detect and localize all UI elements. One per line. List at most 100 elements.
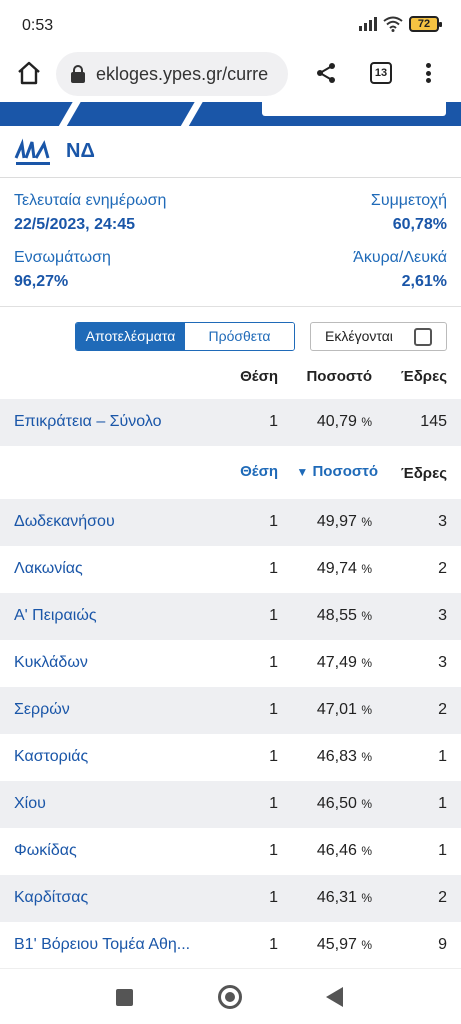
table-row[interactable]: Καρδίτσας 1 46,31 % 2 <box>0 875 461 922</box>
column-header-position: Θέση <box>240 368 278 385</box>
sort-header-seats[interactable]: Έδρες <box>390 465 447 482</box>
table-row[interactable]: Β1' Βόρειου Τομέα Αθη... 1 45,97 % 9 <box>0 922 461 969</box>
tab-extras[interactable]: Πρόσθετα <box>185 323 294 350</box>
region-name: Δωδεκανήσου <box>14 513 115 530</box>
sort-header-percent[interactable]: ▼ Ποσοστό <box>290 463 378 480</box>
party-header: ΝΔ <box>0 126 461 178</box>
divider <box>0 306 461 307</box>
region-seats: 3 <box>438 513 447 530</box>
region-name: Β1' Βόρειου Τομέα Αθη... <box>14 936 191 953</box>
table-row[interactable]: Α' Πειραιώς 1 48,55 % 3 <box>0 593 461 640</box>
region-percent: 46,50 % <box>316 795 372 812</box>
elected-checkbox[interactable] <box>414 328 432 346</box>
region-seats: 2 <box>438 701 447 718</box>
region-name: Καρδίτσας <box>14 889 89 906</box>
share-icon[interactable] <box>314 61 338 85</box>
region-percent: 47,01 % <box>316 701 372 718</box>
region-name: Λακωνίας <box>14 560 83 577</box>
region-percent: 49,74 % <box>316 560 372 577</box>
sort-header-position[interactable]: Θέση <box>220 463 278 480</box>
region-position: 1 <box>269 607 278 624</box>
battery-icon: 72 <box>409 16 442 32</box>
region-seats: 1 <box>438 842 447 859</box>
region-seats: 1 <box>438 748 447 765</box>
region-name: Φωκίδας <box>14 842 77 859</box>
region-name: Σερρών <box>14 701 70 718</box>
table-row[interactable]: Δωδεκανήσου 1 49,97 % 3 <box>0 499 461 546</box>
region-position: 1 <box>269 748 278 765</box>
site-header-strip <box>0 102 461 126</box>
view-toggle: Αποτελέσματα Πρόσθετα <box>75 322 295 351</box>
column-header-percent: Ποσοστό <box>306 368 372 385</box>
region-position: 1 <box>269 936 278 953</box>
region-name: Χίου <box>14 795 46 812</box>
region-position: 1 <box>269 560 278 577</box>
turnout-label: Συμμετοχή <box>370 192 447 209</box>
region-name: Α' Πειραιώς <box>14 607 97 624</box>
table-row[interactable]: Χίου 1 46,50 % 1 <box>0 781 461 828</box>
wifi-icon <box>383 16 403 32</box>
region-name: Καστοριάς <box>14 748 89 765</box>
table-row[interactable]: Λακωνίας 1 49,74 % 2 <box>0 546 461 593</box>
back-icon[interactable] <box>326 987 343 1007</box>
region-position: 1 <box>269 795 278 812</box>
region-position: 1 <box>269 701 278 718</box>
column-header-seats: Έδρες <box>400 368 447 385</box>
summary-seats: 145 <box>420 413 447 430</box>
last-update-label: Τελευταία ενημέρωση <box>14 192 167 209</box>
table-row[interactable]: Φωκίδας 1 46,46 % 1 <box>0 828 461 875</box>
region-percent: 49,97 % <box>316 513 372 530</box>
region-seats: 2 <box>438 889 447 906</box>
region-seats: 1 <box>438 795 447 812</box>
table-row[interactable]: Καστοριάς 1 46,83 % 1 <box>0 734 461 781</box>
summary-row[interactable]: Επικράτεια – Σύνολο 1 40,79 % 145 <box>0 399 461 446</box>
sort-desc-icon: ▼ <box>296 465 309 479</box>
region-percent: 48,55 % <box>316 607 372 624</box>
table-row[interactable]: Κυκλάδων 1 47,49 % 3 <box>0 640 461 687</box>
region-percent: 46,46 % <box>316 842 372 859</box>
recents-icon[interactable] <box>116 989 133 1006</box>
elected-label: Εκλέγονται <box>325 328 393 344</box>
system-nav-bar <box>0 968 461 1024</box>
tab-results[interactable]: Αποτελέσματα <box>76 323 185 350</box>
integration-label: Ενσωμάτωση <box>14 249 111 266</box>
region-position: 1 <box>269 654 278 671</box>
summary-percent: 40,79 % <box>316 413 372 430</box>
status-bar: 0:53 72 <box>0 0 461 50</box>
integration-value: 96,27% <box>14 273 69 290</box>
overflow-menu-icon[interactable] <box>418 60 438 86</box>
turnout-value: 60,78% <box>392 216 447 233</box>
summary-name: Επικράτεια – Σύνολο <box>14 413 162 430</box>
status-icons: 72 <box>359 16 442 32</box>
address-bar[interactable]: ekloges.ypes.gr/curre <box>56 52 288 96</box>
region-percent: 46,31 % <box>316 889 372 906</box>
status-time: 0:53 <box>22 17 54 34</box>
region-name: Κυκλάδων <box>14 654 88 671</box>
url-text: ekloges.ypes.gr/curre <box>96 63 269 84</box>
region-seats: 2 <box>438 560 447 577</box>
invalid-blank-value: 2,61% <box>401 273 447 290</box>
summary-position: 1 <box>269 413 278 430</box>
signal-icon <box>359 17 377 31</box>
lock-icon <box>71 65 85 83</box>
region-percent: 45,97 % <box>316 936 372 953</box>
header-search-box[interactable] <box>262 102 446 116</box>
region-seats: 9 <box>438 936 447 953</box>
region-percent: 46,83 % <box>316 748 372 765</box>
home-nav-icon[interactable] <box>218 985 242 1009</box>
region-position: 1 <box>269 842 278 859</box>
region-seats: 3 <box>438 607 447 624</box>
invalid-blank-label: Άκυρα/Λευκά <box>353 249 447 266</box>
tabs-button[interactable]: 13 <box>370 62 392 84</box>
home-icon[interactable] <box>16 60 42 86</box>
table-row[interactable]: Σερρών 1 47,01 % 2 <box>0 687 461 734</box>
browser-toolbar: ekloges.ypes.gr/curre 13 <box>0 50 461 96</box>
region-position: 1 <box>269 513 278 530</box>
region-seats: 3 <box>438 654 447 671</box>
region-percent: 47,49 % <box>316 654 372 671</box>
elected-toggle[interactable]: Εκλέγονται <box>310 322 447 351</box>
last-update-value: 22/5/2023, 24:45 <box>14 216 135 233</box>
party-name: ΝΔ <box>66 140 95 162</box>
party-logo-icon <box>14 138 50 165</box>
region-position: 1 <box>269 889 278 906</box>
